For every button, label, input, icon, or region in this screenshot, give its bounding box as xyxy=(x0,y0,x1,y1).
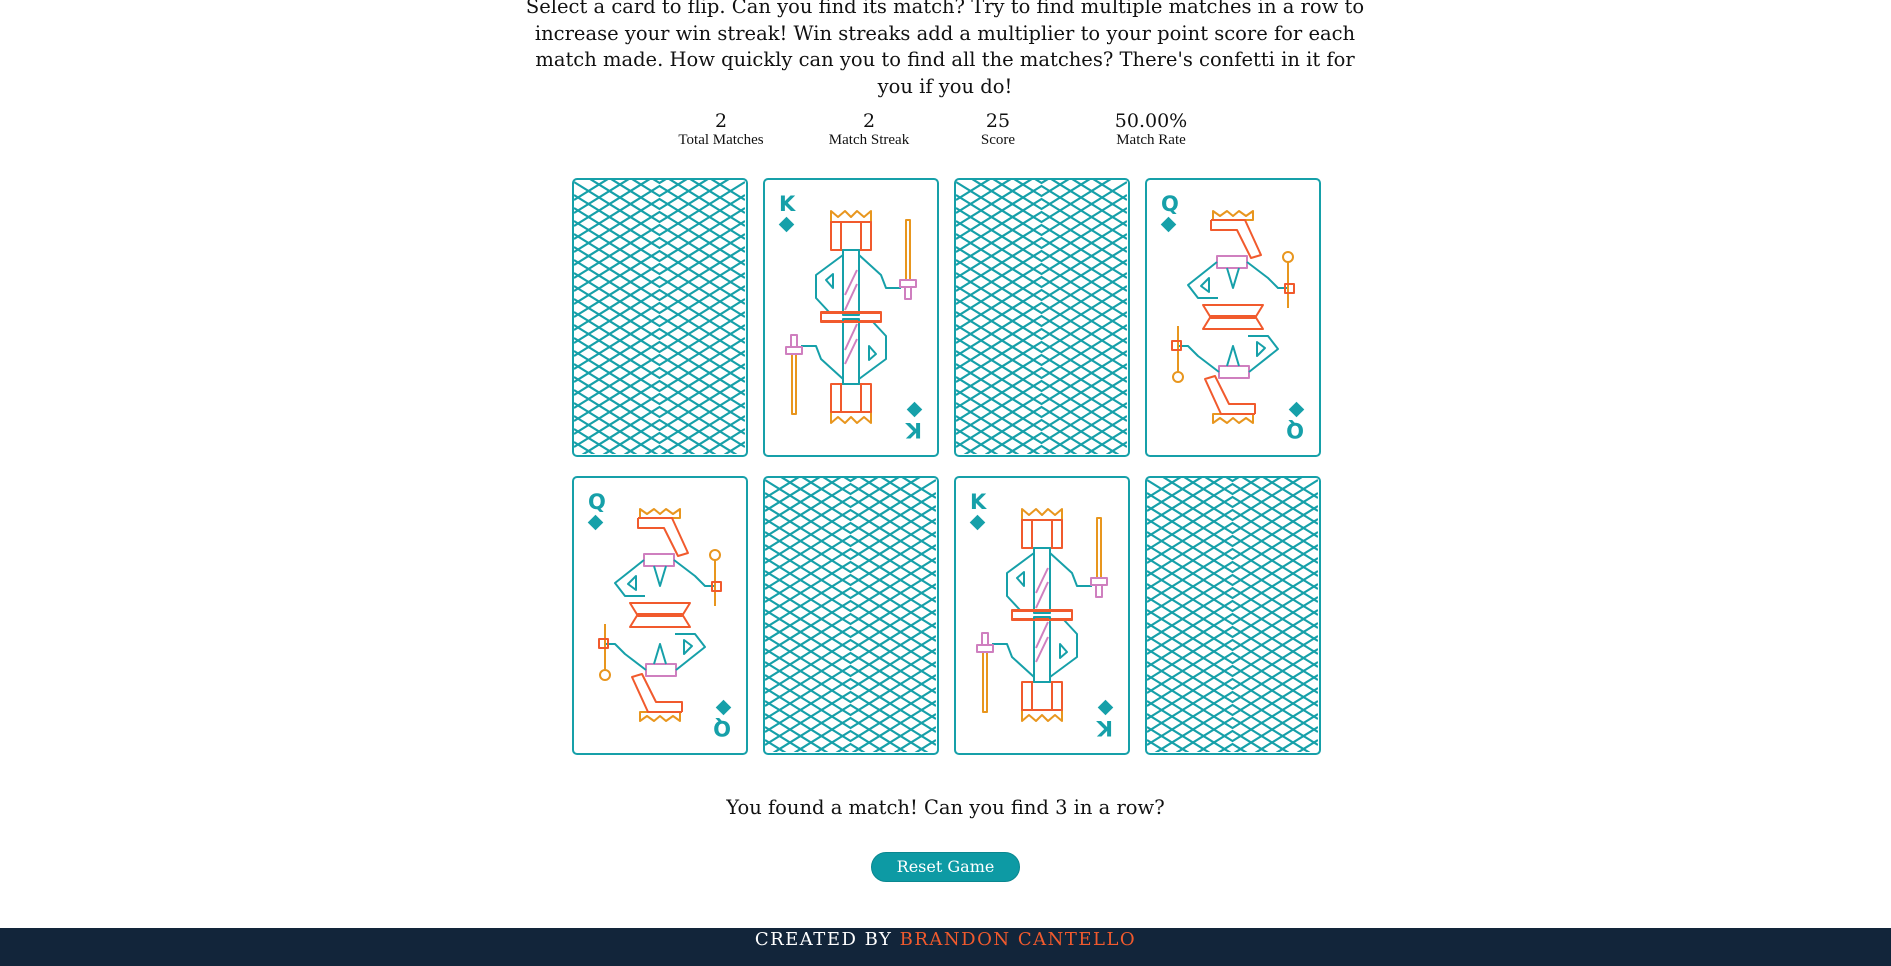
stat-label: Score xyxy=(980,132,1016,148)
diamond-suit-icon xyxy=(1097,699,1114,716)
card-corner-top: Q xyxy=(1160,192,1179,233)
card-2[interactable]: KK xyxy=(763,178,939,457)
card-back xyxy=(1147,478,1318,752)
stat-value: 25 xyxy=(985,110,1011,132)
card-face: KK xyxy=(969,490,1114,740)
stat-label: Match Rate xyxy=(1116,132,1186,148)
card-corner-bottom: Q xyxy=(713,699,732,740)
diamond-suit-icon xyxy=(1160,216,1177,233)
diamond-suit-icon xyxy=(715,699,732,716)
card-back xyxy=(956,180,1127,454)
card-corner-bottom: Q xyxy=(1286,401,1305,442)
card-corner-top: K xyxy=(778,192,796,233)
card-face: KK xyxy=(778,192,923,442)
king-figure-icon xyxy=(785,210,917,424)
card-6[interactable] xyxy=(763,476,939,755)
diamond-suit-icon xyxy=(778,216,795,233)
card-rank-label: Q xyxy=(1286,418,1304,442)
card-face: QQ xyxy=(587,490,732,740)
stat-match-rate: 50.00% Match Rate xyxy=(1071,110,1231,149)
card-back xyxy=(574,180,745,454)
diamond-suit-icon xyxy=(1288,401,1305,418)
card-rank-label: K xyxy=(905,418,922,442)
card-corner-bottom: K xyxy=(905,401,923,442)
card-rank-label: K xyxy=(779,192,796,216)
stat-total-matches: 2 Total Matches xyxy=(641,110,801,149)
card-corner-top: K xyxy=(969,490,987,531)
card-back-pattern xyxy=(1147,478,1318,752)
footer-author-link[interactable]: BRANDON CANTELLO xyxy=(900,929,1137,950)
card-3[interactable] xyxy=(954,178,1130,457)
reset-game-button[interactable]: Reset Game xyxy=(871,852,1020,882)
card-rank-label: Q xyxy=(588,490,606,514)
card-rank-label: K xyxy=(970,490,987,514)
stat-value: 2 xyxy=(714,110,728,132)
card-corner-top: Q xyxy=(587,490,606,531)
card-face: QQ xyxy=(1160,192,1305,442)
card-7[interactable]: KK xyxy=(954,476,1130,755)
card-back-pattern xyxy=(956,180,1127,454)
status-message: You found a match! Can you find 3 in a r… xyxy=(726,796,1165,819)
queen-figure-icon xyxy=(598,508,722,722)
diamond-suit-icon xyxy=(906,401,923,418)
footer: CREATED BY BRANDON CANTELLO xyxy=(0,928,1891,966)
diamond-suit-icon xyxy=(587,514,604,531)
card-back-pattern xyxy=(765,478,936,752)
instructions-text: Select a card to flip. Can you find its … xyxy=(525,0,1365,98)
card-8[interactable] xyxy=(1145,476,1321,755)
stat-value: 50.00% xyxy=(1114,110,1188,132)
card-4[interactable]: QQ xyxy=(1145,178,1321,457)
card-1[interactable] xyxy=(572,178,748,457)
card-5[interactable]: QQ xyxy=(572,476,748,755)
diamond-suit-icon xyxy=(969,514,986,531)
card-rank-label: K xyxy=(1096,716,1113,740)
stat-label: Total Matches xyxy=(678,132,764,148)
card-rank-label: Q xyxy=(1161,192,1179,216)
king-figure-icon xyxy=(976,508,1108,722)
stat-score: 25 Score xyxy=(918,110,1078,149)
card-back-pattern xyxy=(574,180,745,454)
queen-figure-icon xyxy=(1171,210,1295,424)
card-rank-label: Q xyxy=(713,716,731,740)
footer-prefix: CREATED BY xyxy=(754,929,893,950)
card-back xyxy=(765,478,936,752)
card-corner-bottom: K xyxy=(1096,699,1114,740)
